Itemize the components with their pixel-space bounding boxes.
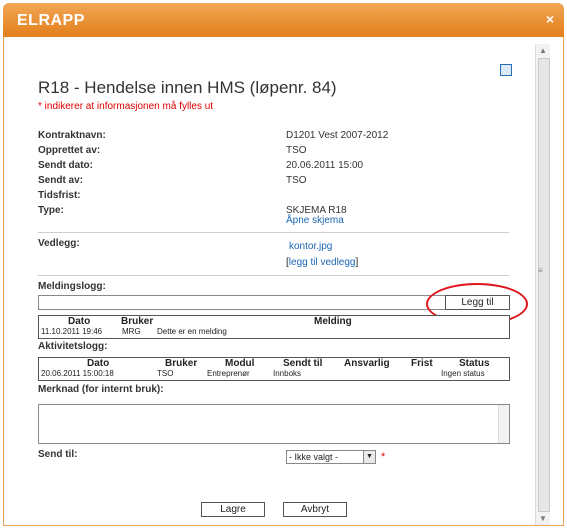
col-status: Status xyxy=(459,358,490,369)
add-attachment[interactable]: [legg til vedlegg] xyxy=(286,257,358,268)
col-dato: Dato xyxy=(87,358,110,369)
dropdown-arrow-icon[interactable]: ▼ xyxy=(363,451,375,463)
label-tidsfrist: Tidsfrist: xyxy=(38,190,81,201)
value-sendt-dato: 20.06.2011 15:00 xyxy=(286,160,364,171)
send-to-selected-value: - Ikke valgt - xyxy=(289,452,339,462)
divider xyxy=(38,232,509,233)
scroll-down-icon[interactable]: ▼ xyxy=(539,514,547,523)
activity-log-table: Dato Bruker Modul Sendt til Ansvarlig Fr… xyxy=(38,357,510,381)
table-row: 11.10.2011 19:46 MRG Dette er en melding xyxy=(39,327,509,338)
message-log-table: Dato Bruker Melding 11.10.2011 19:46 MRG… xyxy=(38,315,510,339)
save-button[interactable]: Lagre xyxy=(201,502,265,517)
col-frist: Frist xyxy=(411,358,433,369)
vertical-scrollbar[interactable]: ▲ ≡ ▼ xyxy=(535,44,550,525)
cell-bruker: MRG xyxy=(122,327,141,336)
cell-status: Ingen status xyxy=(441,369,485,378)
label-sendt-dato: Sendt dato: xyxy=(38,160,93,171)
scroll-grip-icon: ≡ xyxy=(538,266,543,275)
table-header: Dato Bruker Modul Sendt til Ansvarlig Fr… xyxy=(39,358,509,369)
table-header: Dato Bruker Melding xyxy=(39,316,509,327)
value-kontraktnavn: D1201 Vest 2007-2012 xyxy=(286,130,389,141)
cell-bruker: TSO xyxy=(157,369,174,378)
label-kontraktnavn: Kontraktnavn: xyxy=(38,130,106,141)
divider xyxy=(38,275,509,276)
col-bruker: Bruker xyxy=(121,316,154,327)
label-type: Type: xyxy=(38,205,64,216)
col-melding: Melding xyxy=(314,316,352,327)
scroll-thumb[interactable] xyxy=(538,58,550,512)
page-title: R18 - Hendelse innen HMS (løpenr. 84) xyxy=(38,78,337,97)
cell-melding: Dette er en melding xyxy=(157,327,227,336)
cell-modul: Entreprenør xyxy=(207,369,250,378)
scroll-up-icon[interactable]: ▲ xyxy=(539,46,547,55)
attachment-link[interactable]: kontor.jpg xyxy=(289,241,332,252)
add-attachment-link[interactable]: legg til vedlegg xyxy=(289,257,356,268)
window-title: ELRAPP xyxy=(17,12,85,29)
label-send-til: Send til: xyxy=(38,449,78,460)
close-icon[interactable]: × xyxy=(546,11,554,27)
label-sendt-av: Sendt av: xyxy=(38,175,84,186)
cell-dato: 20.06.2011 15:00:18 xyxy=(41,369,114,378)
value-opprettet: TSO xyxy=(286,145,307,156)
label-meldingslogg: Meldingslogg: xyxy=(38,281,106,292)
table-row: 20.06.2011 15:00:18 TSO Entreprenør Innb… xyxy=(39,369,509,380)
message-input[interactable] xyxy=(38,295,447,310)
merknad-textarea[interactable] xyxy=(38,404,510,444)
required-star: * xyxy=(381,451,386,463)
value-sendt-av: TSO xyxy=(286,175,307,186)
col-sendt-til: Sendt til xyxy=(283,358,323,369)
required-note: * indikerer at informasjonen må fylles u… xyxy=(38,101,214,112)
col-modul: Modul xyxy=(225,358,255,369)
label-aktivitetslogg: Aktivitetslogg: xyxy=(38,341,108,352)
send-to-select[interactable]: - Ikke valgt - ▼ xyxy=(286,450,376,464)
col-dato: Dato xyxy=(68,316,91,327)
col-bruker: Bruker xyxy=(165,358,198,369)
cell-dato: 11.10.2011 19:46 xyxy=(41,327,103,336)
label-merknad: Merknad (for internt bruk): xyxy=(38,384,164,395)
textarea-scrollbar[interactable] xyxy=(498,405,509,443)
cancel-button[interactable]: Avbryt xyxy=(283,502,347,517)
print-icon[interactable] xyxy=(500,64,512,76)
label-vedlegg: Vedlegg: xyxy=(38,238,80,249)
window-titlebar: ELRAPP × xyxy=(3,3,564,37)
open-form-link[interactable]: Åpne skjema xyxy=(286,215,344,226)
cell-sendt-til: Innboks xyxy=(273,369,302,378)
col-ansvarlig: Ansvarlig xyxy=(344,358,390,369)
label-opprettet: Opprettet av: xyxy=(38,145,101,156)
